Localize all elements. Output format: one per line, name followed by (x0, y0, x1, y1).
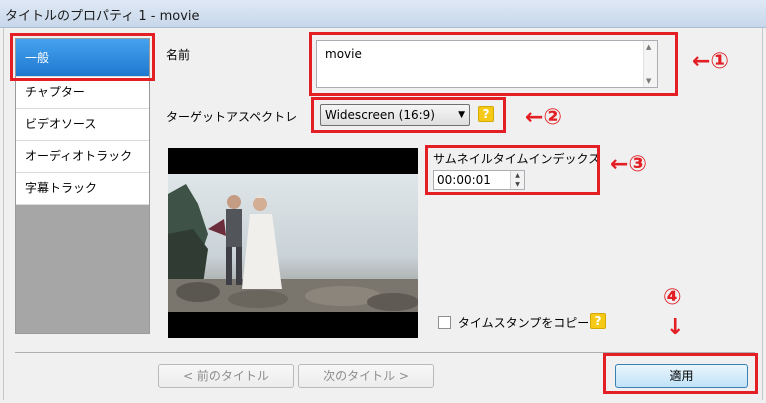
annotation-label-2: ←② (525, 105, 563, 130)
preview-image (168, 174, 418, 312)
sidebar-item-video-source[interactable]: ビデオソース (16, 109, 149, 141)
copy-timestamp-label: タイムスタンプをコピー (457, 316, 590, 330)
sidebar-item-label: チャプター (25, 85, 85, 99)
name-input[interactable]: movie (316, 40, 658, 88)
help-icon[interactable]: ? (478, 106, 494, 122)
thumbnail-time-label: サムネイルタイムインデックス (433, 152, 601, 166)
name-label: 名前 (166, 48, 191, 62)
spin-up-icon[interactable]: ▲ (511, 171, 524, 180)
thumbnail-time-value: 00:00:01 (437, 173, 491, 187)
video-preview (168, 148, 418, 338)
annotation-arrow-4: ↓ (666, 315, 685, 340)
copy-timestamp-option[interactable]: タイムスタンプをコピー (438, 314, 589, 331)
apply-button[interactable]: 適用 (615, 364, 748, 388)
previous-title-button[interactable]: < 前のタイトル (158, 364, 294, 388)
sidebar-item-chapters[interactable]: チャプター (16, 77, 149, 109)
thumbnail-time-stepper[interactable]: 00:00:01 ▲ ▼ (433, 170, 525, 190)
spin-down-icon[interactable]: ▼ (511, 180, 524, 189)
aspect-ratio-value: Widescreen (16:9) (325, 108, 435, 122)
title-bar: タイトルのプロパティ 1 - movie (0, 0, 766, 28)
annotation-label-4: ④ (663, 285, 682, 310)
footer-separator (15, 352, 755, 353)
scroll-up-icon[interactable]: ▲ (646, 43, 651, 51)
sidebar-item-label: 字幕トラック (25, 181, 98, 195)
window-title: タイトルのプロパティ 1 - movie (5, 9, 200, 24)
sidebar-item-audio-track[interactable]: オーディオトラック (16, 141, 149, 173)
next-title-button[interactable]: 次のタイトル > (298, 364, 434, 388)
aspect-ratio-label: ターゲットアスペクトレ (166, 110, 298, 124)
sidebar-item-label: 一般 (25, 51, 50, 65)
sidebar-item-general[interactable]: 一般 (16, 39, 149, 77)
help-icon[interactable]: ? (590, 313, 606, 329)
copy-timestamp-checkbox[interactable] (438, 316, 451, 329)
spin-buttons[interactable]: ▲ ▼ (510, 171, 524, 189)
annotation-label-1: ←① (692, 49, 730, 74)
sidebar: 一般 チャプター ビデオソース オーディオトラック 字幕トラック (15, 38, 150, 334)
chevron-down-icon: ▼ (458, 110, 465, 120)
annotation-label-3: ←③ (610, 152, 648, 177)
name-scrollbar[interactable]: ▲ ▼ (643, 41, 657, 87)
sidebar-item-label: オーディオトラック (25, 149, 133, 163)
scroll-down-icon[interactable]: ▼ (646, 77, 651, 85)
aspect-ratio-select[interactable]: Widescreen (16:9) ▼ (320, 104, 470, 126)
sidebar-item-subtitle-track[interactable]: 字幕トラック (16, 173, 149, 205)
sidebar-item-label: ビデオソース (25, 117, 97, 131)
